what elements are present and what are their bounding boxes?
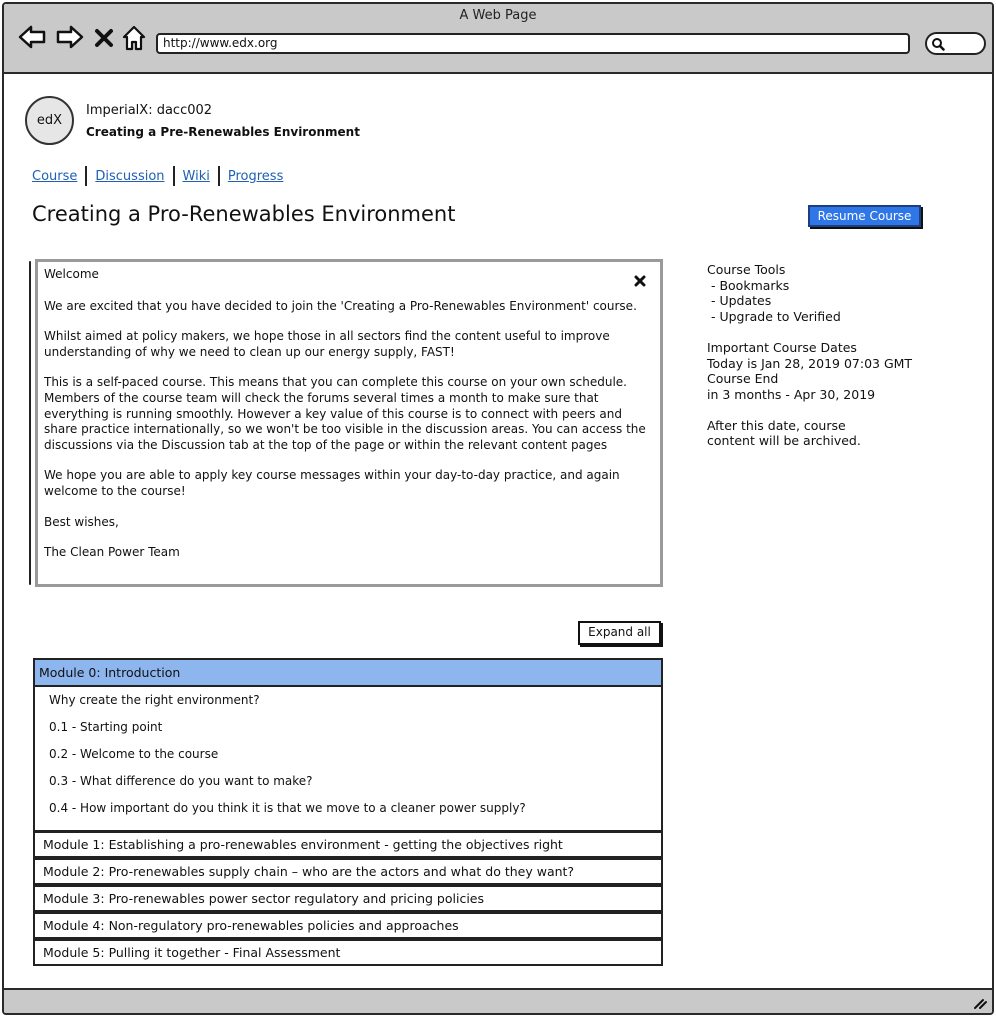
search-icon [932,38,945,51]
window-title: A Web Page [459,8,537,23]
module-4-row[interactable]: Module 4: Non-regulatory pro-renewables … [33,912,663,939]
home-icon[interactable] [121,24,147,52]
welcome-paragraph: Whilst aimed at policy makers, we hope t… [44,329,610,359]
welcome-title: Welcome [44,267,99,281]
resize-grip-icon[interactable] [972,996,988,1010]
module-2-row[interactable]: Module 2: Pro-renewables supply chain – … [33,858,663,885]
course-tabs: Course Discussion Wiki Progress [32,166,283,186]
module-5-row[interactable]: Module 5: Pulling it together - Final As… [33,939,663,966]
module-0-header[interactable]: Module 0: Introduction [35,660,661,687]
expand-all-button[interactable]: Expand all [578,621,661,645]
edx-logo: edX [25,96,74,145]
welcome-accent-bar [29,261,31,585]
module-3-row[interactable]: Module 3: Pro-renewables power sector re… [33,885,663,912]
module-0-expanded: Module 0: Introduction Why create the ri… [33,658,663,832]
course-end-date: in 3 months - Apr 30, 2019 [707,386,876,402]
updates-link[interactable]: - Updates [707,293,947,309]
bookmarks-link[interactable]: - Bookmarks [707,278,947,294]
welcome-signature: The Clean Power Team [44,545,180,560]
course-end-label: Course End [707,371,779,387]
course-tools-heading: Course Tools [707,262,786,277]
module-item[interactable]: 0.1 - Starting point [35,714,661,741]
module-item[interactable]: Why create the right environment? [35,687,661,714]
address-bar[interactable]: http://www.edx.org [156,33,910,54]
tab-divider [172,166,175,186]
course-dates-heading: Important Course Dates [707,339,857,355]
welcome-paragraph: We hope you are able to apply key course… [44,468,620,498]
welcome-panel: Welcome We are excited that you have dec… [29,259,665,589]
tab-discussion[interactable]: Discussion [95,169,164,184]
resume-course-button[interactable]: Resume Course [808,205,921,227]
tab-divider [217,166,220,186]
browser-statusbar [4,988,992,1013]
browser-search-field[interactable] [925,32,986,55]
course-org-code: ImperialX: dacc002 [86,103,213,118]
module-item[interactable]: 0.3 - What difference do you want to mak… [35,768,661,795]
forward-arrow-icon[interactable] [55,24,85,50]
module-item[interactable]: 0.2 - Welcome to the course [35,741,661,768]
today-date: Today is Jan 28, 2019 07:03 GMT [707,355,913,371]
module-1-row[interactable]: Module 1: Establishing a pro-renewables … [33,831,663,858]
course-name: Creating a Pre-Renewables Environment [86,125,360,139]
stop-x-icon[interactable] [94,28,114,48]
archive-note: After this date, course content will be … [707,417,861,449]
upgrade-link[interactable]: - Upgrade to Verified [707,309,947,325]
browser-titlebar: A Web Page http://www.edx.org [4,4,992,74]
module-item[interactable]: 0.4 - How important do you think it is t… [35,795,661,822]
tab-progress[interactable]: Progress [228,169,283,184]
page-title: Creating a Pro-Renewables Environment [32,202,456,226]
tab-course[interactable]: Course [32,169,77,184]
browser-window: A Web Page http://www.edx.org edX Imperi… [2,2,994,1015]
tab-wiki[interactable]: Wiki [183,169,210,184]
back-arrow-icon[interactable] [17,24,47,50]
tab-divider [85,166,88,186]
welcome-paragraph: We are excited that you have decided to … [44,298,637,313]
welcome-paragraph: Best wishes, [44,514,119,529]
close-icon[interactable] [634,275,646,287]
course-sidebar: Course Tools - Bookmarks - Updates - Upg… [707,262,947,449]
welcome-paragraph: This is a self-paced course. This means … [44,375,646,452]
welcome-message-box: Welcome We are excited that you have dec… [35,259,663,587]
